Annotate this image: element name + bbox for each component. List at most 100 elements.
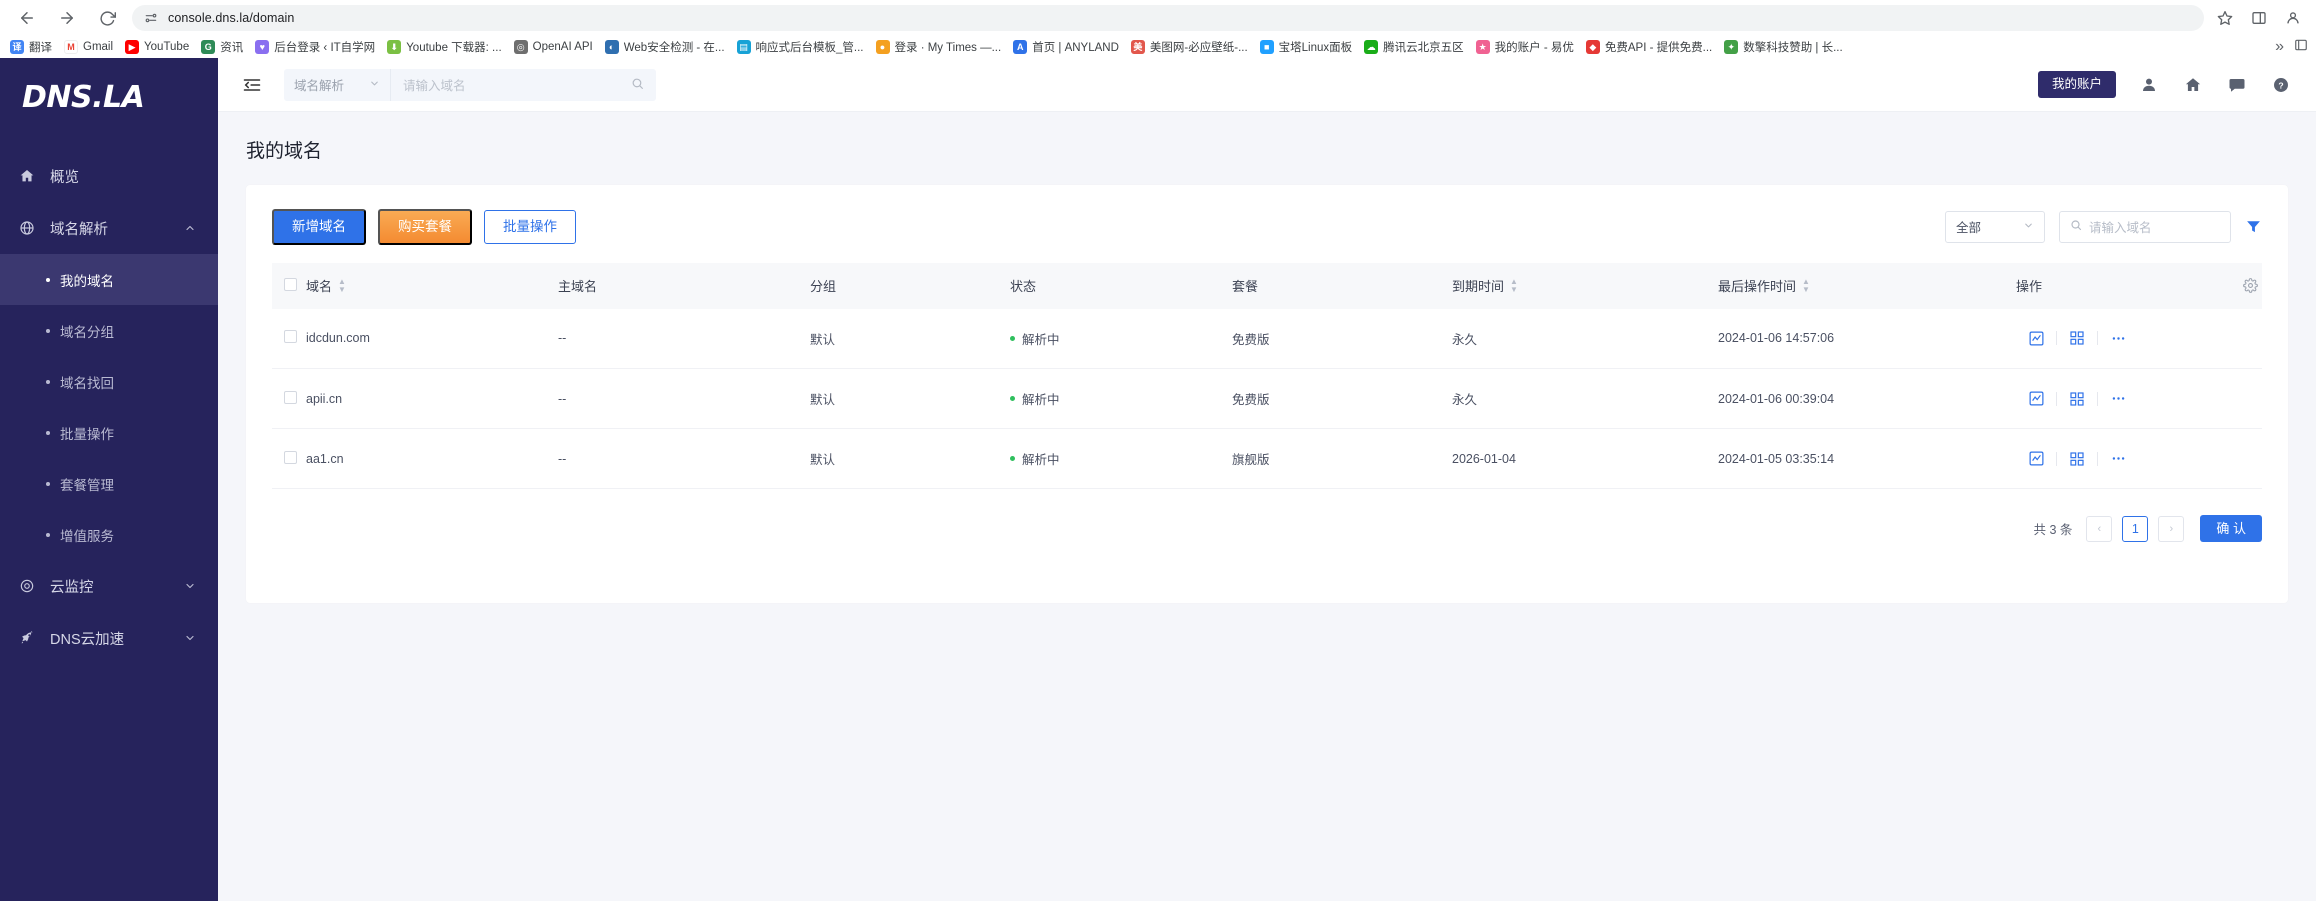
site-settings-icon[interactable]: [144, 11, 158, 25]
bookmark-item[interactable]: M Gmail: [58, 38, 119, 56]
pagination-next[interactable]: ›: [2158, 515, 2185, 542]
bookmark-label: Web安全检测 - 在...: [623, 42, 725, 54]
bookmark-item[interactable]: ● 登录 · My Times —...: [870, 37, 1008, 57]
row-checkbox[interactable]: [284, 330, 297, 344]
bookmark-item[interactable]: ◐ Web安全检测 - 在...: [599, 37, 731, 57]
add-domain-button[interactable]: 新增域名: [272, 209, 366, 245]
profile-avatar-icon[interactable]: [2282, 7, 2304, 29]
row-checkbox[interactable]: [284, 390, 297, 404]
gear-icon[interactable]: [2243, 278, 2262, 293]
row-checkbox[interactable]: [284, 450, 297, 464]
sidebar-item-domain-recovery[interactable]: 域名找回: [0, 356, 218, 407]
column-domain[interactable]: 域名 ▲ ▼: [306, 262, 558, 309]
chevron-down-icon[interactable]: [184, 632, 196, 644]
user-icon[interactable]: [2138, 74, 2160, 96]
back-button[interactable]: [12, 3, 42, 33]
split-view-icon[interactable]: [2248, 7, 2270, 29]
more-icon[interactable]: [2098, 330, 2138, 347]
sidebar-item-label: 域名解析: [50, 221, 108, 238]
omnibox-row: console.dns.la/domain: [0, 0, 2316, 36]
column-select-all: [272, 262, 306, 309]
qr-icon[interactable]: [2057, 330, 2097, 346]
bullet-icon: [46, 277, 50, 282]
sidebar-item-dns-acceleration[interactable]: DNS云加速: [0, 612, 218, 664]
sidebar-item-cloud-monitor[interactable]: 云监控: [0, 560, 218, 612]
pagination-prev[interactable]: ‹: [2086, 515, 2113, 542]
pagination-confirm-button[interactable]: 确 认: [2200, 515, 2262, 542]
bookmark-item[interactable]: 美美图网-必应壁纸-...: [1125, 37, 1254, 57]
table-row[interactable]: aa1.cn -- 默认 解析中 旗舰版 2026-01-04 2024-01-…: [272, 428, 2262, 489]
brand-logo[interactable]: DNS.LA: [0, 58, 218, 136]
sidebar-item-label: 概览: [50, 169, 79, 186]
buy-plan-button[interactable]: 购买套餐: [378, 209, 472, 245]
bookmark-item[interactable]: ✦ 数擎科技赞助 | 长...: [1718, 37, 1848, 57]
pagination-page-1[interactable]: 1: [2122, 515, 2149, 542]
message-icon[interactable]: [2226, 74, 2248, 96]
bookmark-item[interactable]: ▶ YouTube: [119, 38, 195, 56]
bookmark-item[interactable]: G 资讯: [195, 37, 249, 57]
bookmark-item[interactable]: ♥ 后台登录 ‹ IT自学网: [249, 37, 381, 57]
bookmark-item[interactable]: 译翻译: [4, 37, 58, 57]
select-all-checkbox[interactable]: [284, 277, 297, 291]
home-icon[interactable]: [2182, 74, 2204, 96]
svg-text:?: ?: [2278, 80, 2283, 90]
sort-icon[interactable]: ▲ ▼: [1510, 278, 1518, 294]
column-plan-label: 套餐: [1232, 279, 1259, 294]
bookmark-star-icon[interactable]: [2214, 7, 2236, 29]
bookmark-label: 宝塔Linux面板: [1278, 42, 1353, 54]
chevron-up-icon[interactable]: [184, 222, 196, 234]
sidebar-item-label: DNS云加速: [50, 631, 125, 648]
qr-icon[interactable]: [2057, 451, 2097, 467]
bookmark-item[interactable]: ◎ OpenAI API: [508, 38, 599, 56]
bookmark-item[interactable]: ■ 宝塔Linux面板: [1254, 37, 1359, 57]
table-row[interactable]: idcdun.com -- 默认 解析中 免费版 永久 2024-01-06 1…: [272, 308, 2262, 369]
help-icon[interactable]: ?: [2270, 74, 2292, 96]
sidebar-item-value-added-services[interactable]: 增值服务: [0, 509, 218, 560]
bookmark-item[interactable]: ☁ 腾讯云北京五区: [1358, 37, 1470, 57]
chart-icon[interactable]: [2016, 450, 2056, 467]
bookmark-item[interactable]: ⬇ Youtube 下载器: ...: [381, 37, 507, 57]
table-row[interactable]: apii.cn -- 默认 解析中 免费版 永久 2024-01-06 00:3…: [272, 368, 2262, 429]
address-bar[interactable]: console.dns.la/domain: [132, 5, 2204, 31]
reload-button[interactable]: [92, 3, 122, 33]
qr-icon[interactable]: [2057, 391, 2097, 407]
chevron-down-icon: [369, 78, 380, 92]
sidebar-item-plan-management[interactable]: 套餐管理: [0, 458, 218, 509]
domain-search-placeholder: 请输入域名: [2089, 221, 2152, 236]
chevron-down-icon[interactable]: [184, 580, 196, 592]
top-search-input[interactable]: 请输入域名: [390, 68, 656, 101]
more-icon[interactable]: [2098, 450, 2138, 467]
sort-icon[interactable]: ▲ ▼: [1802, 278, 1810, 294]
column-expire[interactable]: 到期时间 ▲ ▼: [1452, 262, 1718, 309]
reading-list-icon[interactable]: [2294, 38, 2308, 57]
bookmark-favicon: ★: [1475, 40, 1490, 54]
bookmark-label: 美图网-必应壁纸-...: [1149, 42, 1248, 54]
bookmark-item[interactable]: A 首页 | ANYLAND: [1007, 37, 1125, 57]
more-icon[interactable]: [2098, 390, 2138, 407]
search-icon[interactable]: [631, 77, 644, 93]
search-scope-select[interactable]: 域名解析: [284, 68, 390, 101]
sidebar-item-overview[interactable]: 概览: [0, 150, 218, 202]
collapse-sidebar-icon[interactable]: [242, 75, 262, 95]
batch-operations-button[interactable]: 批量操作: [484, 210, 576, 244]
forward-button[interactable]: [52, 3, 82, 33]
chart-icon[interactable]: [2016, 390, 2056, 407]
chart-icon[interactable]: [2016, 330, 2056, 347]
bookmark-label: 资讯: [220, 42, 244, 54]
bookmark-favicon: ✦: [1724, 40, 1739, 54]
bookmarks-overflow[interactable]: »: [2275, 38, 2310, 57]
sidebar-item-batch-operations[interactable]: 批量操作: [0, 407, 218, 458]
sort-icon[interactable]: ▲ ▼: [338, 278, 346, 294]
sidebar-item-my-domains[interactable]: 我的域名: [0, 254, 218, 305]
bookmark-item[interactable]: ★ 我的账户 - 易优: [1470, 37, 1580, 57]
sidebar-item-dns-resolution[interactable]: 域名解析: [0, 202, 218, 254]
group-filter-select[interactable]: 全部: [1945, 210, 2045, 243]
column-status: 状态: [1010, 262, 1232, 309]
my-account-button[interactable]: 我的账户: [2037, 71, 2116, 98]
bookmark-item[interactable]: ◆ 免费API - 提供免费...: [1580, 37, 1718, 57]
domain-search-input[interactable]: 请输入域名: [2059, 210, 2231, 243]
bookmark-item[interactable]: ▤ 响应式后台模板_管...: [731, 37, 870, 57]
sidebar-item-domain-groups[interactable]: 域名分组: [0, 305, 218, 356]
funnel-icon[interactable]: [2245, 218, 2262, 235]
column-last-op[interactable]: 最后操作时间 ▲ ▼: [1718, 262, 2016, 309]
